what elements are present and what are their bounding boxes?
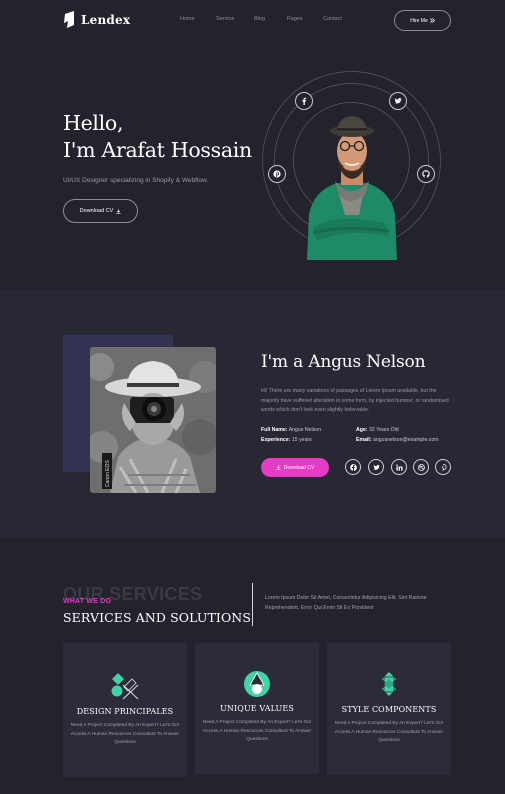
service-card-unique[interactable]: UNIQUE VALUES Need A Project Completed B… xyxy=(195,643,319,774)
hire-me-label: Hire Me xyxy=(410,17,428,24)
pinterest-icon xyxy=(441,463,446,471)
header: Lendex Home Service Blog Pages Contact H… xyxy=(0,0,505,42)
hero-portrait xyxy=(261,70,442,260)
nav-home[interactable]: Home xyxy=(180,16,216,22)
about-pinterest-link[interactable] xyxy=(435,459,451,475)
about-description: Hi! There are many variations of passage… xyxy=(261,388,449,413)
service-card-title: DESIGN PRINCIPALES xyxy=(76,707,174,716)
linkedin-icon xyxy=(395,463,403,471)
services-kicker: WHAT WE DO xyxy=(63,598,112,605)
pinterest-icon xyxy=(273,170,281,178)
unique-values-icon xyxy=(244,671,270,697)
nav-pages[interactable]: Pages xyxy=(287,16,323,22)
pinterest-link[interactable] xyxy=(268,165,286,183)
twitter-icon xyxy=(372,464,380,470)
experience-label: Experience: xyxy=(261,437,291,443)
about-twitter-link[interactable] xyxy=(368,459,384,475)
facebook-icon xyxy=(349,463,357,471)
service-card-style[interactable]: STYLE COMPONENTS Need A Project Complete… xyxy=(327,643,451,775)
about-title: I'm a Angus Nelson xyxy=(261,352,426,372)
download-cv-label: Download CV xyxy=(79,208,114,214)
download-cv-button[interactable]: Download CV xyxy=(63,199,138,223)
about-linkedin-link[interactable] xyxy=(391,459,407,475)
design-principles-icon xyxy=(111,673,139,700)
info-experience: Experience: 15 years xyxy=(261,437,312,443)
age-label: Age: xyxy=(356,427,368,433)
twitter-icon xyxy=(394,98,402,104)
hero-greeting: Hello, xyxy=(63,111,124,135)
nav-contact[interactable]: Contact xyxy=(323,16,359,22)
logo-icon xyxy=(64,11,74,28)
services-divider xyxy=(252,583,253,626)
about-section: Canon EOS I'm a Angus Nelson Hi! There a… xyxy=(0,290,505,538)
about-photo: Canon EOS xyxy=(90,347,216,493)
about-download-label: Download CV xyxy=(283,464,315,471)
service-card-text: Need A Project Completed By An Expert? L… xyxy=(202,720,312,743)
hero-name: I'm Arafat Hossain xyxy=(63,138,252,162)
download-icon xyxy=(116,208,121,214)
service-card-title: STYLE COMPONENTS xyxy=(341,705,437,714)
nav-service[interactable]: Service xyxy=(216,16,254,22)
email-label: Email: xyxy=(356,437,372,443)
info-email: Email: angusnelson@example.com xyxy=(356,437,439,443)
email-value: angusnelson@example.com xyxy=(373,437,439,443)
hero-heading: Hello, I'm Arafat Hossain xyxy=(63,110,252,164)
experience-value: 15 years xyxy=(291,437,312,443)
twitter-link[interactable] xyxy=(389,92,407,110)
full-name-label: Full Name: xyxy=(261,427,288,433)
services-description: Lorem Ipsum Dolor Sit Amet, Consectetur … xyxy=(265,595,427,611)
dribbble-icon xyxy=(417,463,425,471)
service-card-design[interactable]: DESIGN PRINCIPALES Need A Project Comple… xyxy=(63,643,187,777)
logo-text: Lendex xyxy=(81,12,131,27)
github-icon xyxy=(422,170,430,178)
service-card-text: Need A Project Completed By An Expert? L… xyxy=(70,723,180,746)
info-full-name: Full Name: Angus Nelson xyxy=(261,427,321,433)
about-dribbble-link[interactable] xyxy=(413,459,429,475)
style-components-icon xyxy=(382,672,396,696)
facebook-link[interactable] xyxy=(295,92,313,110)
download-icon xyxy=(276,465,281,470)
about-download-cv-button[interactable]: Download CV xyxy=(261,458,329,477)
service-card-title: UNIQUE VALUES xyxy=(220,704,294,713)
person-illustration xyxy=(307,116,397,260)
main-menu: Home Service Blog Pages Contact xyxy=(180,16,359,22)
info-age: Age: 32 Years Old xyxy=(356,427,399,433)
photographer-image: Canon EOS xyxy=(90,347,216,493)
nav-blog[interactable]: Blog xyxy=(254,16,287,22)
svg-text:Canon EOS: Canon EOS xyxy=(105,460,111,487)
hero-subtitle: UI/UX Designer specializing in Shopify &… xyxy=(63,177,209,184)
about-facebook-link[interactable] xyxy=(345,459,361,475)
github-link[interactable] xyxy=(417,165,435,183)
age-value: 32 Years Old xyxy=(368,427,399,433)
double-chevron-right-icon xyxy=(429,18,435,23)
services-title: SERVICES AND SOLUTIONS xyxy=(63,610,251,625)
service-card-text: Need A Project Completed By An Expert? L… xyxy=(334,721,444,744)
facebook-icon xyxy=(302,97,307,105)
hire-me-button[interactable]: Hire Me xyxy=(394,10,451,31)
full-name-value: Angus Nelson xyxy=(288,427,321,433)
logo[interactable]: Lendex xyxy=(63,11,130,28)
